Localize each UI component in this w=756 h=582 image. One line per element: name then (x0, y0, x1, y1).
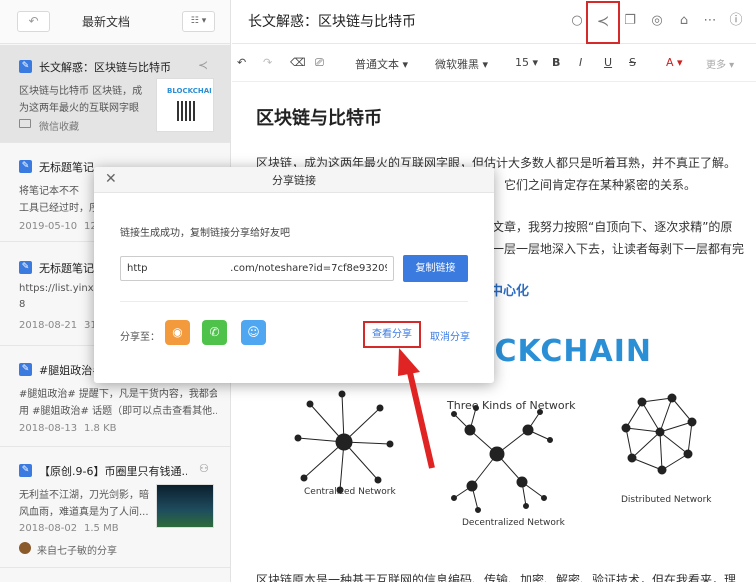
folder-icon (19, 119, 31, 128)
decentralized-label: Decentralized Network (462, 518, 565, 528)
document-title[interactable]: 长文解惑：区块链与比特币 (248, 11, 416, 31)
view-share-button[interactable]: 查看分享 (363, 321, 421, 348)
dialog-message: 链接生成成功，复制链接分享给好友吧 (120, 228, 290, 239)
content-heading: 区块链与比特币 (256, 108, 382, 129)
more-tools-button[interactable]: 更多 ▾ (706, 56, 734, 71)
note-size: 1.5 MB (84, 523, 119, 534)
note-title: 长文解惑：区块链与比特币 (39, 61, 171, 74)
note-icon: ✎ (19, 60, 32, 73)
bold-button[interactable]: B (552, 56, 560, 69)
note-excerpt: 用 #腿姐政治# 话题（即可以点击查看其他... (19, 406, 217, 417)
copy-icon[interactable]: ❐ (621, 12, 639, 30)
undo-icon[interactable]: ↶ (237, 56, 246, 69)
document-header: 长文解惑：区块链与比特币 ○ ≺ ❐ ◎ ⌂ ⋯ ⓘ (232, 0, 756, 44)
wechat-icon[interactable]: ✆ (202, 320, 227, 345)
distributed-label: Distributed Network (621, 495, 712, 505)
thumbnail-text: BLOCKCHAI (167, 87, 212, 95)
note-date: 2018-08-21 (19, 320, 78, 331)
underline-button[interactable]: U (604, 56, 612, 69)
share-link-dialog: ✕ 分享链接 链接生成成功，复制链接分享给好友吧 复制链接 分享至： ◉ ✆ ☺… (94, 167, 494, 383)
section-heading: 中心化 (490, 284, 530, 299)
note-date: 2019-05-10 (19, 221, 78, 232)
note-excerpt: https://list.yinxian (19, 283, 99, 294)
note-icon: ✎ (19, 160, 32, 173)
centralized-label: Centralized Network (304, 487, 396, 497)
present-icon[interactable]: ◎ (648, 12, 666, 30)
divider (120, 301, 468, 302)
note-date: 2018-08-02 (19, 523, 78, 534)
share-link-input[interactable] (120, 256, 394, 281)
search-icon[interactable]: ○ (568, 12, 586, 30)
redo-icon[interactable]: ↷ (263, 56, 272, 69)
back-button[interactable]: ↶ (17, 11, 50, 32)
close-icon[interactable]: ✕ (105, 171, 117, 187)
app-window: ↶ 最新文档 ☷ ▾ ✎ 长文解惑：区块链与比特币 ≺ 区块链与比特币 区块链，… (0, 0, 756, 582)
note-item[interactable]: ✎ 长文解惑：区块链与比特币 ≺ 区块链与比特币 区块链，成 为这两年最火的互联… (0, 45, 230, 143)
paragraph: 它们之间肯定存在某种紧密的关系。 (504, 178, 697, 192)
note-notebook: 微信收藏 (39, 122, 79, 133)
note-excerpt: 区块链与比特币 区块链，成 (19, 86, 143, 97)
strikethrough-button[interactable]: S (629, 56, 636, 69)
note-excerpt: #腿姐政治# 提醒下，凡是干货内容，我都会 (19, 389, 217, 400)
eraser-icon[interactable]: ⌫ (290, 56, 306, 69)
note-excerpt: 风血雨，难道真是为了人间... (19, 507, 149, 518)
blockchain-banner-text: OCKCHAIN (468, 334, 653, 369)
cancel-share-button[interactable]: 取消分享 (430, 328, 470, 343)
share-icon[interactable]: ≺ (198, 58, 208, 72)
note-title: 【原创.9-6】币圈里只有钱通... (39, 465, 187, 478)
note-size: 1.8 KB (84, 423, 117, 434)
dialog-title: 分享链接 (272, 174, 316, 187)
paragraph: 区块链原本是一种基于互联网的信息编码、传输、加密、解密、验证技术，但在我看来，理 (256, 573, 737, 582)
qr-code-icon (177, 101, 197, 121)
sidebar-title: 最新文档 (82, 15, 131, 29)
note-excerpt: 工具已经过时，序 (19, 203, 99, 214)
share-highlight-box (586, 1, 620, 44)
tag-icon[interactable]: ⌂ (675, 12, 693, 30)
share-to-label: 分享至： (120, 332, 160, 343)
qq-icon[interactable]: ☺ (241, 320, 266, 345)
paragraph: 一层一层地深入下去，让读者每剥下一层都有完 (492, 242, 745, 256)
note-date: 2018-08-13 (19, 423, 78, 434)
view-mode-button[interactable]: ☷ ▾ (182, 11, 215, 32)
note-icon: ✎ (19, 261, 32, 274)
font-select[interactable]: 微软雅黑 ▾ (435, 56, 488, 72)
dialog-header: ✕ 分享链接 (94, 167, 494, 193)
avatar (19, 542, 31, 554)
weibo-icon[interactable]: ◉ (165, 320, 190, 345)
font-size-select[interactable]: 15 ▾ (515, 56, 538, 69)
note-excerpt: 8 (19, 299, 26, 310)
note-thumbnail: BLOCKCHAI (156, 78, 214, 132)
format-painter-icon[interactable]: ⎚ (315, 56, 324, 70)
note-excerpt: 为这两年最火的互联网字眼 (19, 103, 139, 114)
note-icon: ✎ (19, 363, 32, 376)
format-toolbar: ↶ ↷ ⌫ ⎚ 普通文本 ▾ 微软雅黑 ▾ 15 ▾ B I U S A ▾ 更… (232, 44, 756, 82)
text-style-select[interactable]: 普通文本 ▾ (355, 56, 408, 72)
note-source: 来自七子敏的分享 (37, 546, 117, 557)
text-color-button[interactable]: A ▾ (666, 56, 683, 69)
paragraph: 文章，我努力按照“自顶向下、逐次求精”的原 (492, 220, 733, 234)
sidebar-header: ↶ 最新文档 ☷ ▾ (0, 0, 230, 44)
more-icon[interactable]: ⋯ (701, 12, 719, 30)
info-icon[interactable]: ⓘ (727, 12, 745, 30)
note-icon: ✎ (19, 464, 32, 477)
shared-users-icon: ⚇ (199, 462, 209, 475)
note-excerpt: 将笔记本不不 (19, 186, 79, 197)
note-excerpt: 无利益不江湖，刀光剑影，暗 (19, 490, 149, 501)
note-item[interactable]: ✎ 【原创.9-6】币圈里只有钱通... ⚇ 无利益不江湖，刀光剑影，暗 风血雨… (0, 448, 230, 568)
copy-link-button[interactable]: 复制链接 (403, 255, 468, 282)
note-thumbnail (156, 484, 214, 528)
italic-button[interactable]: I (579, 56, 582, 69)
